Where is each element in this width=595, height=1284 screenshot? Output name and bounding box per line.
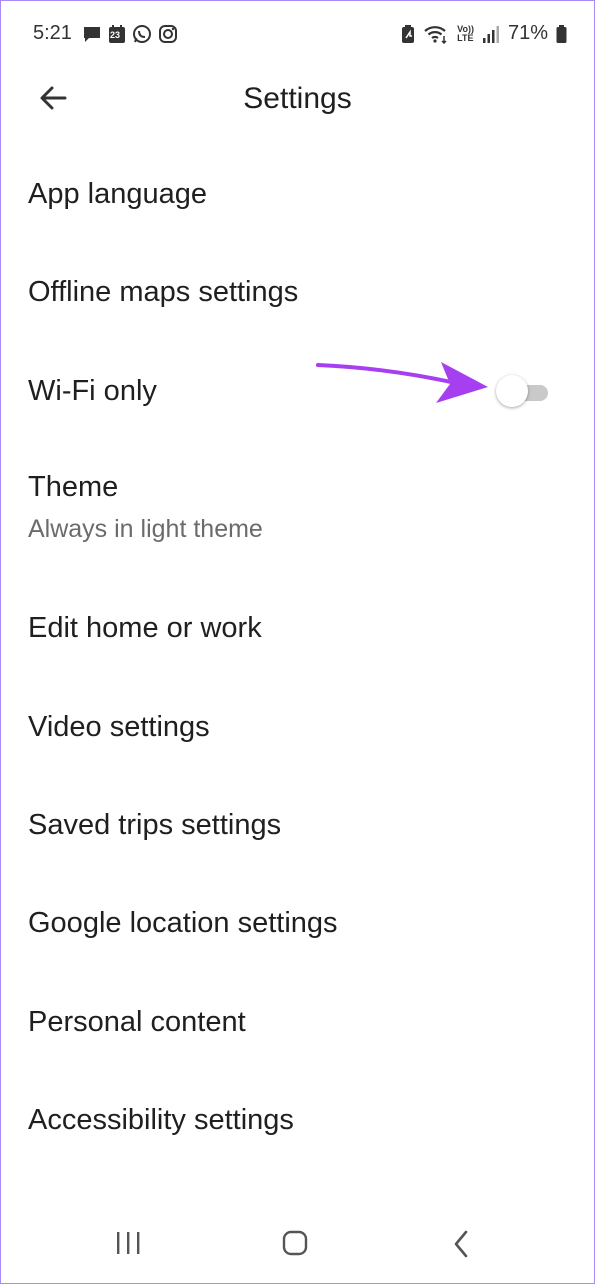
setting-label: Saved trips settings [28, 808, 282, 841]
setting-label: Theme [28, 471, 119, 504]
setting-offline-maps[interactable]: Offline maps settings [0, 244, 595, 342]
setting-accessibility[interactable]: Accessibility settings [0, 1072, 595, 1170]
app-bar: Settings [0, 70, 595, 130]
setting-subtitle: Always in light theme [28, 515, 263, 544]
back-icon[interactable] [450, 1228, 474, 1265]
recents-icon[interactable] [114, 1228, 144, 1265]
instagram-icon [158, 24, 178, 44]
setting-label: App language [28, 178, 207, 210]
setting-label: Accessibility settings [28, 1104, 294, 1137]
setting-label: Video settings [28, 710, 210, 743]
message-icon [82, 24, 102, 44]
calendar-icon: 23 [108, 24, 126, 44]
wifi-icon [423, 24, 449, 44]
setting-label: Personal content [28, 1005, 246, 1038]
whatsapp-icon [132, 24, 152, 44]
setting-google-location[interactable]: Google location settings [0, 875, 595, 973]
setting-label: Wi-Fi only [28, 374, 157, 407]
status-time: 5:21 [33, 22, 72, 44]
setting-theme[interactable]: Theme Always in light theme [0, 441, 595, 580]
status-bar: 5:21 23 Vo)) LTE 71% [0, 0, 595, 70]
setting-label: Offline maps settings [28, 276, 299, 309]
setting-wifi-only[interactable]: Wi-Fi only [0, 343, 595, 441]
wifi-only-toggle[interactable] [496, 374, 550, 409]
volte-icon: Vo)) LTE [457, 24, 474, 43]
annotation-arrow-icon [316, 354, 492, 411]
setting-personal-content[interactable]: Personal content [0, 974, 595, 1072]
system-icons: Vo)) LTE 71% [401, 22, 567, 45]
navigation-bar [0, 1212, 595, 1278]
notification-icons: 23 [82, 24, 178, 44]
settings-list: App language Offline maps settings Wi-Fi… [0, 146, 595, 1171]
battery-icon [556, 24, 567, 44]
battery-percentage: 71% [507, 22, 548, 44]
home-icon[interactable] [280, 1228, 312, 1265]
signal-icon [482, 24, 500, 44]
setting-app-language[interactable]: App language [0, 146, 595, 244]
volte-bottom: LTE [457, 32, 474, 43]
toggle-thumb [496, 374, 528, 407]
setting-saved-trips[interactable]: Saved trips settings [0, 777, 595, 875]
setting-video[interactable]: Video settings [0, 679, 595, 777]
page-title: Settings [243, 82, 352, 115]
setting-edit-home-work[interactable]: Edit home or work [0, 580, 595, 678]
battery-saver-icon [401, 24, 415, 44]
setting-label: Google location settings [28, 907, 338, 940]
calendar-day: 23 [110, 30, 121, 40]
setting-label: Edit home or work [28, 612, 262, 645]
